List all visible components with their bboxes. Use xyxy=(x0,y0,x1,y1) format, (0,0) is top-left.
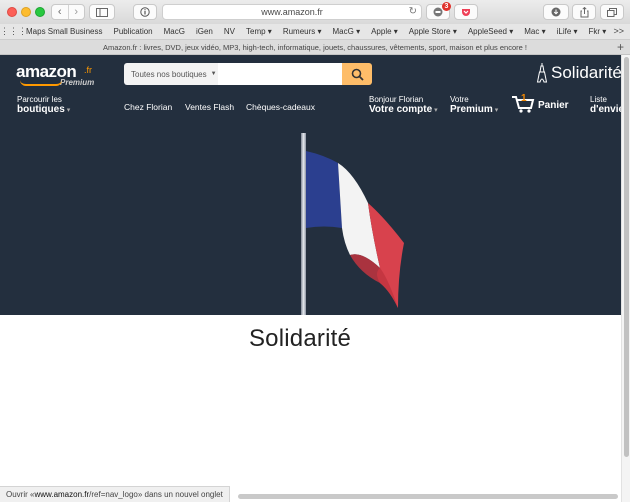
forward-button[interactable]: › xyxy=(69,5,85,19)
browser-toolbar: ‹ › www.amazon.fr ↻ 3 xyxy=(0,0,630,24)
tabs-overview-button[interactable] xyxy=(600,4,624,20)
wishlist-line2: d'envie xyxy=(590,104,625,115)
favorites-bar: ⋮⋮⋮ Maps Small Business Publication MacG… xyxy=(0,24,630,40)
favorite-item[interactable]: Apple ▾ xyxy=(371,27,398,36)
status-bar: Ouvrir « www.amazon.fr /ref=nav_logo » d… xyxy=(0,486,230,502)
url-text: www.amazon.fr xyxy=(261,7,323,17)
status-path: /ref=nav_logo xyxy=(89,490,138,499)
page-title: Solidarité xyxy=(248,325,352,352)
horizontal-scrollbar[interactable] xyxy=(238,494,618,499)
favorite-item[interactable]: Mac ▾ xyxy=(524,27,545,36)
solidarity-banner-text: Solidarité xyxy=(551,63,622,82)
favorite-item[interactable]: Rumeurs ▾ xyxy=(283,27,322,36)
browse-line2: boutiques xyxy=(17,104,65,115)
flag-pole xyxy=(301,133,306,315)
logo-suffix: .fr xyxy=(84,65,92,75)
address-bar[interactable]: www.amazon.fr ↻ xyxy=(162,4,422,20)
favorite-item[interactable]: Fkr ▾ xyxy=(589,27,607,36)
logo-premium: Premium xyxy=(60,78,95,87)
sidebar-icon xyxy=(96,7,108,17)
amazon-smile-icon xyxy=(20,80,62,86)
reload-icon[interactable]: ↻ xyxy=(409,6,417,17)
cart-label: Panier xyxy=(538,100,569,111)
favorite-item[interactable]: iLife ▾ xyxy=(557,27,578,36)
pocket-icon xyxy=(462,8,470,16)
downloads-button[interactable] xyxy=(543,4,569,20)
scrollbar-thumb[interactable] xyxy=(624,57,629,457)
amazon-logo[interactable]: amazon .fr Premium xyxy=(16,62,94,87)
status-link: www.amazon.fr xyxy=(34,490,90,499)
favorites-grid-icon[interactable]: ⋮⋮⋮ xyxy=(0,26,27,37)
french-flag-image xyxy=(301,133,404,315)
search-input[interactable] xyxy=(218,63,342,85)
search-category-dropdown[interactable]: Toutes nos boutiques ▼ xyxy=(124,63,218,85)
account-menu[interactable]: Bonjour Florian Votre compte ▾ xyxy=(369,95,438,116)
favorite-item[interactable]: AppleSeed ▾ xyxy=(468,27,513,36)
back-button[interactable]: ‹ xyxy=(52,5,69,19)
navigation-buttons: ‹ › xyxy=(51,4,85,20)
premium-menu[interactable]: Votre Premium ▾ xyxy=(450,95,498,116)
amazon-header: amazon .fr Premium Toutes nos boutiques … xyxy=(0,55,630,315)
favorite-item[interactable]: MacG xyxy=(164,27,185,36)
fullscreen-window-button[interactable] xyxy=(35,7,45,17)
wishlist-menu[interactable]: Liste d'envie xyxy=(590,95,624,115)
favorite-item[interactable]: Maps Small Business xyxy=(26,27,102,36)
chevron-down-icon: ▾ xyxy=(66,107,71,114)
info-icon xyxy=(140,7,150,17)
search-icon xyxy=(351,68,364,81)
active-tab-title[interactable]: Amazon.fr : livres, DVD, jeux vidéo, MP3… xyxy=(103,43,527,52)
chevron-down-icon: ▾ xyxy=(434,107,438,114)
sidebar-toggle-button[interactable] xyxy=(89,4,115,20)
new-tab-button[interactable]: + xyxy=(617,40,624,54)
cart-count: 1 xyxy=(521,93,527,104)
favorite-item[interactable]: Publication xyxy=(113,27,152,36)
search-category-label: Toutes nos boutiques xyxy=(131,69,207,79)
share-button[interactable] xyxy=(572,4,596,20)
minimize-window-button[interactable] xyxy=(21,7,31,17)
favorite-item[interactable]: Temp ▾ xyxy=(246,27,272,36)
nav-link-ventes-flash[interactable]: Ventes Flash xyxy=(185,102,234,112)
share-icon xyxy=(580,6,588,17)
nav-link-chez-florian[interactable]: Chez Florian xyxy=(124,102,172,112)
search-button[interactable] xyxy=(342,63,372,85)
tab-bar: Amazon.fr : livres, DVD, jeux vidéo, MP3… xyxy=(0,40,630,55)
favorite-item[interactable]: MacG ▾ xyxy=(333,27,361,36)
favorite-item[interactable]: Apple Store ▾ xyxy=(409,27,457,36)
flag-blue-stripe xyxy=(306,151,342,228)
pocket-button[interactable] xyxy=(454,4,478,20)
chevron-down-icon: ▼ xyxy=(210,71,217,77)
account-label: Votre compte xyxy=(369,104,433,115)
extension-badge: 3 xyxy=(442,2,451,11)
search-bar: Toutes nos boutiques ▼ xyxy=(124,63,372,85)
close-window-button[interactable] xyxy=(7,7,17,17)
reader-button[interactable] xyxy=(133,4,157,20)
cart-button[interactable]: 1 Panier xyxy=(511,93,569,113)
solidarity-banner[interactable]: Solidarité xyxy=(536,63,622,83)
nav-link-cheques-cadeaux[interactable]: Chèques-cadeaux xyxy=(246,102,315,112)
favorite-item[interactable]: iGen xyxy=(196,27,213,36)
favorite-item[interactable]: NV xyxy=(224,27,235,36)
premium-line2: Premium xyxy=(450,104,493,115)
favorites-overflow-button[interactable]: >> xyxy=(613,26,624,36)
chevron-down-icon: ▾ xyxy=(494,107,499,114)
vertical-scrollbar[interactable] xyxy=(621,55,630,502)
status-prefix: Ouvrir « xyxy=(6,490,35,499)
eiffel-tower-icon xyxy=(536,63,548,83)
tabs-icon xyxy=(607,7,617,17)
status-suffix: » dans un nouvel onglet xyxy=(137,490,223,499)
download-icon xyxy=(551,7,561,17)
browse-departments[interactable]: Parcourir les boutiques ▾ xyxy=(17,95,70,116)
